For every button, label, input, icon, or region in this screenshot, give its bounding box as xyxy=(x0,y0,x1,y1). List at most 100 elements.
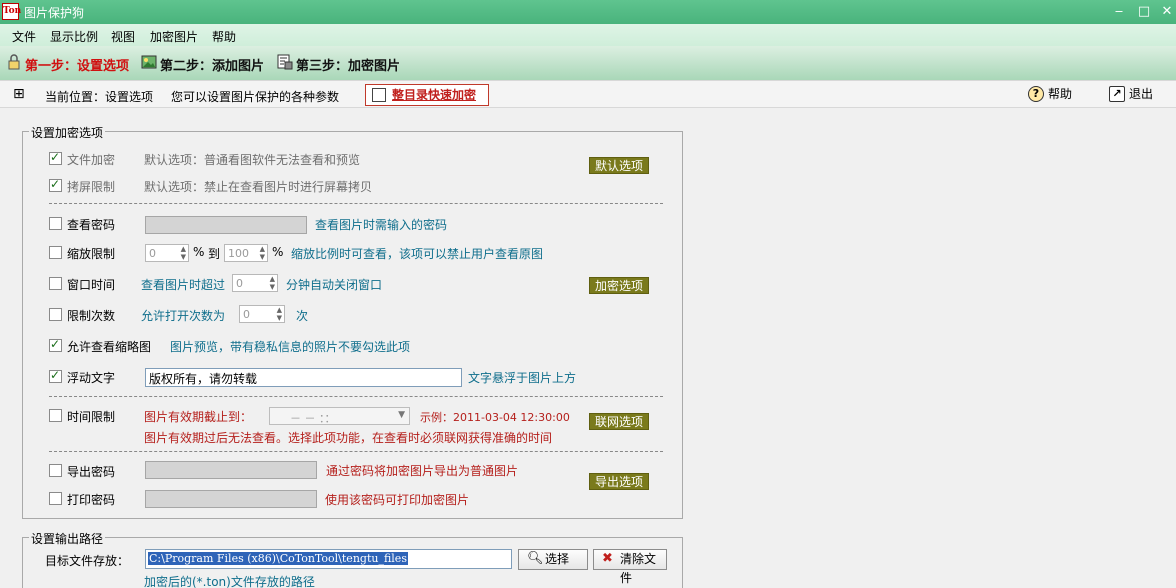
divider xyxy=(49,203,663,204)
window-time-desc: 分钟自动关闭窗口 xyxy=(286,278,383,292)
menu-help[interactable]: 帮助 xyxy=(212,28,236,45)
zoom-max-value: 100 xyxy=(228,247,249,260)
print-password-checkbox[interactable] xyxy=(49,492,62,505)
output-path-value: C:\Program Files (x86)\CoTonTool\tengtu_… xyxy=(148,552,408,565)
screen-capture-label: 拷屏限制 xyxy=(67,180,116,194)
encrypt-options-legend: 设置加密选项 xyxy=(29,124,106,141)
expand-icon[interactable]: ⊞ xyxy=(13,86,25,102)
exit-icon: ↗ xyxy=(1109,86,1125,102)
zoom-to-label: 到 xyxy=(208,247,221,261)
open-limit-checkbox[interactable] xyxy=(49,308,62,321)
close-button[interactable]: ✕ xyxy=(1156,2,1176,22)
window-time-checkbox[interactable] xyxy=(49,277,62,290)
open-limit-label: 限制次数 xyxy=(67,309,116,323)
thumbnail-label: 允许查看缩略图 xyxy=(67,340,152,354)
expiry-datetime-picker[interactable]: － － ：： ▼ xyxy=(269,407,410,425)
zoom-max-stepper[interactable]: 100 ▲ ▼ xyxy=(224,244,268,262)
export-options-button[interactable]: 导出选项 xyxy=(589,473,649,490)
lock-icon xyxy=(8,54,20,70)
zoom-min-stepper[interactable]: 0 ▲ ▼ xyxy=(145,244,189,262)
time-limit-note: 图片有效期过后无法查看。选择此项功能，在查看时必须联网获得准确的时间 xyxy=(144,431,553,445)
output-path-hint: 加密后的(*.ton)文件存放的路径 xyxy=(144,575,315,588)
maximize-button[interactable]: □ xyxy=(1133,2,1155,22)
percent-sign: % xyxy=(272,245,284,259)
picture-icon xyxy=(141,55,157,69)
open-limit-stepper[interactable]: 0 ▲ ▼ xyxy=(239,305,285,323)
float-text-value: 版权所有，请勿转载 xyxy=(149,372,258,386)
open-limit-value: 0 xyxy=(243,308,250,321)
menu-encrypt[interactable]: 加密图片 xyxy=(150,28,198,45)
window-time-value: 0 xyxy=(236,277,243,290)
zoom-min-value: 0 xyxy=(149,247,156,260)
stepper-arrows-icon[interactable]: ▲ ▼ xyxy=(270,275,275,291)
export-password-checkbox[interactable] xyxy=(49,464,62,477)
select-folder-button[interactable]: 🔍︎ 选择 xyxy=(518,549,588,570)
quick-encrypt-button[interactable]: 整目录快速加密 xyxy=(365,84,489,106)
menu-file[interactable]: 文件 xyxy=(12,28,36,45)
export-password-input[interactable] xyxy=(145,461,317,479)
help-label: 帮助 xyxy=(1048,87,1073,101)
screen-capture-checkbox[interactable] xyxy=(49,177,62,192)
step-2-add-images[interactable]: 第二步：添加图片 xyxy=(160,55,264,74)
window-time-label: 窗口时间 xyxy=(67,278,116,292)
output-path-legend: 设置输出路径 xyxy=(29,530,106,547)
divider xyxy=(49,451,663,452)
file-encrypt-checkbox[interactable] xyxy=(49,150,62,165)
output-path-input[interactable]: C:\Program Files (x86)\CoTonTool\tengtu_… xyxy=(145,549,512,569)
stepper-arrows-icon[interactable]: ▲ ▼ xyxy=(277,306,282,322)
location-bar: ⊞ 当前位置：设置选项 您可以设置图片保护的各种参数 整目录快速加密 ? 帮助 … xyxy=(0,80,1176,108)
expiry-datetime-value: － － ：： xyxy=(290,412,336,425)
menu-zoom[interactable]: 显示比例 xyxy=(50,28,98,45)
float-text-checkbox[interactable] xyxy=(49,368,62,383)
delete-icon: ✖ xyxy=(602,551,613,566)
encrypt-icon xyxy=(277,54,293,70)
print-password-label: 打印密码 xyxy=(67,493,116,507)
chevron-down-icon[interactable]: ▼ xyxy=(398,410,405,420)
screen-capture-desc: 默认选项：禁止在查看图片时进行屏幕拷贝 xyxy=(144,180,373,194)
menu-view[interactable]: 视图 xyxy=(111,28,135,45)
step-3-encrypt[interactable]: 第三步：加密图片 xyxy=(296,55,400,74)
file-encrypt-desc: 默认选项：普通看图软件无法查看和预览 xyxy=(144,153,361,167)
thumbnail-checkbox[interactable] xyxy=(49,337,62,352)
float-text-label: 浮动文字 xyxy=(67,371,116,385)
zoom-limit-label: 缩放限制 xyxy=(67,247,116,261)
percent-sign: % xyxy=(193,245,205,259)
time-limit-checkbox[interactable] xyxy=(49,409,62,422)
open-limit-prefix: 允许打开次数为 xyxy=(141,309,226,323)
help-button[interactable]: ? 帮助 xyxy=(1028,86,1072,104)
time-limit-example: 示例：2011-03-04 12:30:00 xyxy=(420,411,570,424)
window-title: 图片保护狗 xyxy=(24,6,85,20)
file-encrypt-label: 文件加密 xyxy=(67,153,116,167)
view-password-checkbox[interactable] xyxy=(49,217,62,230)
window-time-stepper[interactable]: 0 ▲ ▼ xyxy=(232,274,278,292)
target-folder-label: 目标文件存放： xyxy=(45,554,130,568)
folder-lock-icon xyxy=(372,88,386,102)
step-bar: 第一步：设置选项 第二步：添加图片 第三步：加密图片 xyxy=(0,46,1176,80)
menu-bar: 文件 显示比例 视图 加密图片 帮助 xyxy=(0,24,1176,46)
view-password-input[interactable] xyxy=(145,216,307,234)
zoom-limit-checkbox[interactable] xyxy=(49,246,62,259)
location-description: 您可以设置图片保护的各种参数 xyxy=(171,90,340,104)
stepper-arrows-icon[interactable]: ▲ ▼ xyxy=(260,245,265,261)
thumbnail-desc: 图片预览，带有稳私信息的照片不要勾选此项 xyxy=(170,340,411,354)
current-location: 当前位置：设置选项 xyxy=(45,90,154,104)
network-options-button[interactable]: 联网选项 xyxy=(589,413,649,430)
app-icon: Ton xyxy=(2,3,21,20)
float-text-input[interactable]: 版权所有，请勿转载 xyxy=(145,368,462,387)
default-options-button[interactable]: 默认选项 xyxy=(589,157,649,174)
minimize-button[interactable]: ‒ xyxy=(1108,2,1130,22)
step-1-settings[interactable]: 第一步：设置选项 xyxy=(25,55,129,74)
encrypt-options-button[interactable]: 加密选项 xyxy=(589,277,649,294)
exit-button[interactable]: ↗ 退出 xyxy=(1109,86,1153,104)
print-password-desc: 使用该密码可打印加密图片 xyxy=(325,493,470,507)
stepper-arrows-icon[interactable]: ▲ ▼ xyxy=(181,245,186,261)
title-bar: Ton 图片保护狗 ‒ □ ✕ xyxy=(0,0,1176,24)
quick-encrypt-label: 整目录快速加密 xyxy=(392,88,477,102)
zoom-limit-desc: 缩放比例时可查看，该项可以禁止用户查看原图 xyxy=(291,247,544,261)
print-password-input[interactable] xyxy=(145,490,317,508)
open-limit-unit: 次 xyxy=(296,309,309,323)
help-icon: ? xyxy=(1028,86,1044,102)
clear-files-button[interactable]: ✖ 清除文件 xyxy=(593,549,667,585)
view-password-desc: 查看图片时需输入的密码 xyxy=(315,218,448,232)
window-time-prefix: 查看图片时超过 xyxy=(141,278,226,292)
